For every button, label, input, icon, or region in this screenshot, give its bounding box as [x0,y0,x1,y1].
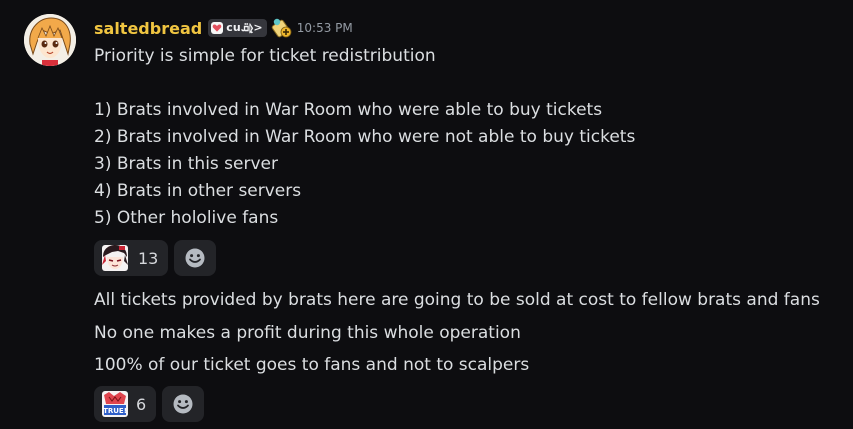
reaction-count: 6 [136,394,147,414]
reaction-button[interactable]: 13 [94,240,169,276]
message-timestamp[interactable]: 10:53 PM [297,21,353,35]
anime-face-emoji-icon [102,245,128,271]
smiley-add-reaction-icon [173,394,193,414]
reaction-button[interactable]: TRUE! 6 [94,386,157,422]
message-line: All tickets provided by brats here are g… [94,290,820,310]
reaction-count: 13 [138,248,159,268]
plus-badge-icon[interactable] [271,17,293,39]
message-header: saltedbread cuܩ̈⦊ͅ> 10:53 PM [94,16,353,40]
guild-tag[interactable]: cuܩ̈⦊ͅ> [208,19,267,37]
anime-girl-avatar-icon [24,14,76,66]
smiley-add-reaction-icon [185,248,205,268]
reaction-bar: 13 [94,240,217,276]
message-line: 5) Other hololive fans [94,208,279,228]
reaction-bar: TRUE! 6 [94,386,205,422]
message-content-part2: All tickets provided by brats here are g… [94,287,839,385]
true-sign-text: TRUE! [103,407,127,415]
message-line: Priority is simple for ticket redistribu… [94,46,436,66]
message-line: No one makes a profit during this whole … [94,322,521,343]
add-reaction-button[interactable] [162,386,205,422]
message-line: 100% of our ticket goes to fans and not … [94,355,530,375]
message-line: 3) Brats in this server [94,154,278,174]
add-reaction-button[interactable] [174,240,217,276]
user-avatar[interactable] [24,14,76,66]
username[interactable]: saltedbread [94,19,202,38]
message-line: 1) Brats involved in War Room who were a… [94,100,603,120]
heart-tag-icon [211,22,224,34]
message-line: 2) Brats involved in War Room who were n… [94,127,636,147]
true-sign-emoji-icon: TRUE! [102,391,128,417]
chat-message-group: saltedbread cuܩ̈⦊ͅ> 10:53 PM Priority is… [0,0,853,429]
message-content-part1: Priority is simple for ticket redistribu… [94,43,839,232]
message-line: 4) Brats in other servers [94,181,302,201]
guild-tag-text: cuܩ̈⦊ͅ> [226,21,263,34]
